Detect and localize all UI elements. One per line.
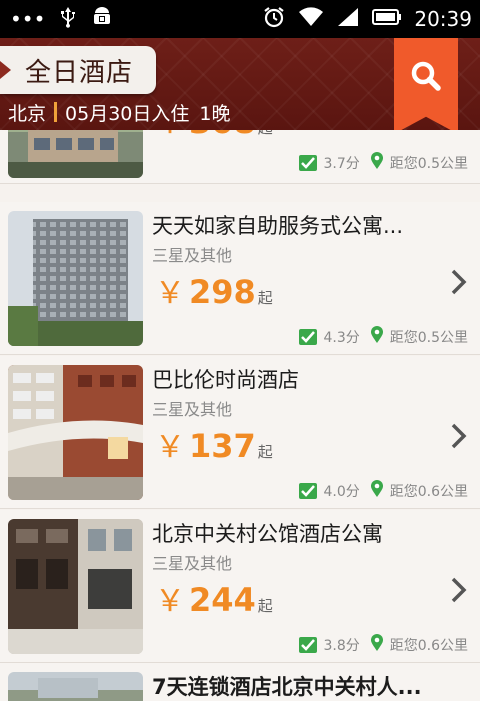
hotel-name: 7天连锁酒店北京中关村人... [152, 675, 422, 699]
city-label: 北京 [8, 102, 47, 125]
list-item[interactable]: 7天连锁酒店北京中关村人... [0, 663, 480, 701]
clock: 20:39 [414, 7, 472, 31]
hotel-name: 天天如家自助服务式公寓... [152, 214, 404, 238]
hotel-thumbnail [8, 130, 143, 178]
price-currency: ￥ [155, 276, 185, 311]
nights-label: 1晚 [199, 102, 231, 125]
title-pill[interactable]: 全日酒店 [0, 46, 156, 94]
distance: 距您0.5公里 [389, 330, 468, 346]
hotel-thumbnail [8, 519, 143, 654]
hotel-star-level: 三星及其他 [152, 400, 233, 419]
price-from: 起 [257, 443, 273, 461]
rating: 4.0分 [323, 484, 360, 500]
hotel-name: 北京中关村公馆酒店公寓 [152, 522, 383, 546]
distance: 距您0.6公里 [389, 638, 468, 654]
list-item[interactable]: 北京中关村公馆酒店公寓 三星及其他 ￥ 244 起 3.8分 距您0.6公里 [0, 510, 480, 663]
more-icon: ••• [10, 7, 46, 31]
hotel-thumbnail [8, 672, 143, 701]
price-value: 137 [189, 427, 256, 465]
hotel-meta: 3.7分 距您0.5公里 [299, 152, 468, 174]
price-value: 308 [189, 130, 256, 141]
list-item[interactable]: 天天如家自助服务式公寓... 三星及其他 ￥ 298 起 4.3分 距您0.5公… [0, 202, 480, 355]
price-value: 298 [189, 273, 256, 311]
chevron-right-icon [450, 576, 468, 608]
hotel-meta: 3.8分 距您0.6公里 [299, 634, 468, 656]
alarm-icon [262, 5, 286, 33]
search-summary[interactable]: 北京 05月30日入住 1晚 [8, 100, 231, 125]
rating-check-icon [299, 329, 318, 345]
list-item[interactable]: 巴比伦时尚酒店 三星及其他 ￥ 137 起 4.0分 距您0.6公里 [0, 356, 480, 509]
back-arrow-icon[interactable] [0, 61, 11, 79]
hotel-name: 巴比伦时尚酒店 [152, 368, 299, 392]
location-pin-icon [370, 634, 384, 656]
chevron-right-icon [450, 130, 468, 132]
signal-icon [336, 6, 360, 32]
price-value: 244 [189, 581, 256, 619]
hotel-star-level: 三星及其他 [152, 246, 233, 265]
summary-separator [54, 102, 58, 122]
price-from: 起 [258, 130, 273, 138]
hotel-meta: 4.0分 距您0.6公里 [299, 480, 468, 502]
status-left-icons: ••• [0, 6, 113, 32]
rating-check-icon [299, 155, 318, 171]
hotel-list[interactable]: ￥ 308 起 3.7分 距您0.5公里 [0, 130, 480, 701]
rating: 3.7分 [323, 156, 360, 172]
rating: 4.3分 [323, 330, 360, 346]
rating-check-icon [299, 637, 318, 653]
price-from: 起 [257, 597, 273, 615]
price-currency: ￥ [155, 584, 185, 619]
status-bar: ••• 20:39 [0, 0, 480, 38]
price: ￥ 244 起 [155, 576, 273, 620]
usb-icon [59, 6, 77, 32]
rating-check-icon [299, 483, 318, 499]
chevron-right-icon [450, 268, 468, 300]
price-currency: ￥ [155, 430, 185, 465]
rating: 3.8分 [323, 638, 360, 654]
wifi-icon [298, 6, 324, 32]
hotel-thumbnail [8, 365, 143, 500]
price-from: 起 [257, 289, 273, 307]
location-pin-icon [370, 152, 384, 174]
status-right-icons: 20:39 [262, 5, 480, 33]
list-item[interactable]: ￥ 308 起 3.7分 距您0.5公里 [0, 130, 480, 184]
price-currency: ￥ [155, 130, 185, 142]
hotel-thumbnail [8, 211, 143, 346]
page-title: 全日酒店 [25, 57, 134, 88]
android-debug-icon [91, 6, 113, 32]
price: ￥ 308 起 [155, 130, 273, 142]
location-pin-icon [370, 480, 384, 502]
price: ￥ 137 起 [155, 422, 273, 466]
distance: 距您0.5公里 [389, 156, 468, 172]
distance: 距您0.6公里 [389, 484, 468, 500]
location-pin-icon [370, 326, 384, 348]
price: ￥ 298 起 [155, 268, 273, 312]
hotel-star-level: 三星及其他 [152, 554, 233, 573]
chevron-right-icon [450, 422, 468, 454]
checkin-label: 05月30日入住 [65, 102, 190, 125]
battery-icon [372, 8, 402, 30]
hotel-meta: 4.3分 距您0.5公里 [299, 326, 468, 348]
